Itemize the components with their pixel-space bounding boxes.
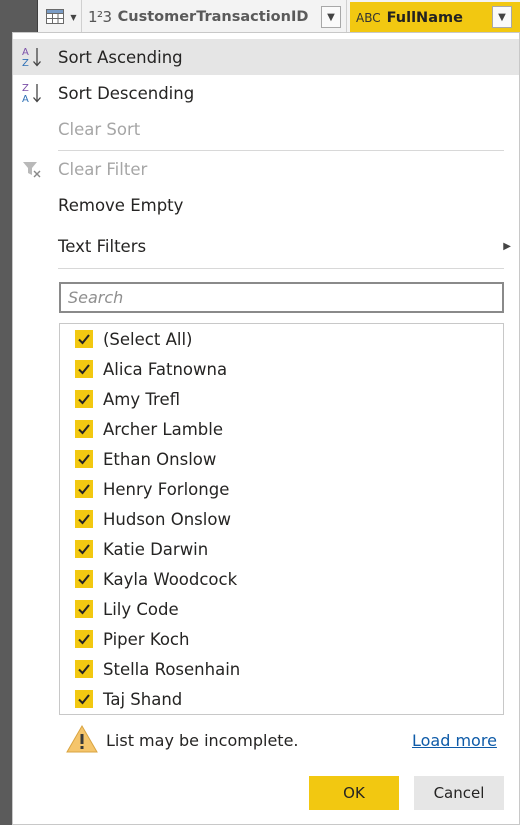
checkmark-icon [78, 334, 90, 345]
column-label: FullName [386, 9, 463, 26]
menu-item-label: Sort Descending [58, 83, 195, 103]
checkmark-icon [78, 634, 90, 645]
checkbox[interactable] [75, 420, 93, 438]
list-item[interactable]: Alica Fatnowna [60, 354, 503, 384]
list-item[interactable]: Hudson Onslow [60, 504, 503, 534]
remove-empty-item[interactable]: Remove Empty [13, 187, 519, 223]
list-item-label: Piper Koch [103, 629, 190, 649]
column-filter-button[interactable]: ▼ [492, 6, 512, 28]
checkbox[interactable] [75, 510, 93, 528]
list-item[interactable]: Stella Rosenhain [60, 654, 503, 684]
checkbox[interactable] [75, 390, 93, 408]
list-item-label: Amy Trefl [103, 389, 180, 409]
list-item[interactable]: Katie Darwin [60, 534, 503, 564]
list-item-label: Alica Fatnowna [103, 359, 228, 379]
checkbox[interactable] [75, 450, 93, 468]
sort-ascending-item[interactable]: A Z Sort Ascending [13, 39, 519, 75]
warning-icon [66, 724, 98, 753]
column-label: CustomerTransactionID [117, 9, 309, 25]
list-item[interactable]: Archer Lamble [60, 414, 503, 444]
chevron-down-icon: ▼ [327, 11, 335, 23]
list-item[interactable]: Henry Forlonge [60, 474, 503, 504]
svg-text:Z: Z [22, 83, 29, 94]
load-more-link[interactable]: Load more [412, 731, 497, 750]
clear-sort-item: Clear Sort [13, 111, 519, 147]
list-item-label: Katie Darwin [103, 539, 209, 559]
list-item-label: Lily Code [103, 599, 179, 619]
checkbox[interactable] [75, 480, 93, 498]
checkbox[interactable] [75, 360, 93, 378]
value-checkbox-list[interactable]: (Select All) Alica Fatnowna Amy Trefl Arche… [59, 323, 504, 715]
checkbox[interactable] [75, 570, 93, 588]
column-header-bar: ▼ 1²3 CustomerTransactionID ▼ ABC FullNa… [38, 0, 520, 34]
list-item-label: Stella Rosenhain [103, 659, 241, 679]
checkbox[interactable] [75, 660, 93, 678]
list-item[interactable]: Piper Koch [60, 624, 503, 654]
svg-text:Z: Z [22, 58, 29, 69]
list-item-label: Taj Shand [103, 689, 183, 709]
checkmark-icon [78, 424, 90, 435]
chevron-right-icon: ▶ [503, 240, 511, 252]
menu-item-label: Clear Filter [58, 159, 148, 179]
sort-descending-item[interactable]: Z A Sort Descending [13, 75, 519, 111]
ok-button[interactable]: OK [309, 776, 399, 810]
menu-item-label: Clear Sort [58, 119, 141, 139]
clear-filter-icon [23, 162, 41, 178]
sort-ascending-icon: A Z [22, 47, 41, 69]
menu-item-label: Remove Empty [58, 195, 184, 215]
checkbox[interactable] [75, 540, 93, 558]
checkmark-icon [78, 454, 90, 465]
checkmark-icon [78, 664, 90, 675]
checkmark-icon [78, 364, 90, 375]
search-placeholder: Search [68, 288, 124, 307]
checkmark-icon [78, 484, 90, 495]
list-item[interactable]: Lily Code [60, 594, 503, 624]
list-item-label: Ethan Onslow [103, 449, 217, 469]
menu-separator [58, 268, 504, 269]
list-item-label: (Select All) [103, 329, 193, 349]
filter-dropdown-panel: A Z Sort Ascending Z A Sort Descending C… [12, 32, 520, 825]
chevron-down-icon: ▼ [70, 12, 77, 22]
column-filter-button[interactable]: ▼ [321, 6, 341, 28]
list-item[interactable]: Ethan Onslow [60, 444, 503, 474]
table-menu-button[interactable]: ▼ [42, 0, 82, 34]
checkbox[interactable] [75, 630, 93, 648]
checkbox[interactable] [75, 600, 93, 618]
checkmark-icon [78, 394, 90, 405]
column-customer-transaction-id[interactable]: 1²3 CustomerTransactionID ▼ [82, 0, 347, 34]
checkbox[interactable] [75, 330, 93, 348]
list-item-label: Henry Forlonge [103, 479, 230, 499]
column-full-name[interactable]: ABC FullName ▼ [350, 2, 520, 33]
checkmark-icon [78, 574, 90, 585]
checkmark-icon [78, 544, 90, 555]
text-filters-item[interactable]: Text Filters ▶ [13, 228, 519, 264]
warning-text: List may be incomplete. [106, 731, 299, 750]
list-item-label: Archer Lamble [103, 419, 224, 439]
list-item-label: Hudson Onslow [103, 509, 231, 529]
svg-text:A: A [22, 94, 29, 105]
list-item-label: Kayla Woodcock [103, 569, 238, 589]
sort-descending-icon: Z A [22, 83, 41, 105]
svg-text:A: A [22, 47, 29, 58]
checkmark-icon [78, 694, 90, 705]
checkbox[interactable] [75, 690, 93, 708]
menu-item-label: Sort Ascending [58, 47, 183, 67]
menu-item-label: Text Filters [58, 236, 147, 256]
clear-filter-item: Clear Filter [13, 151, 519, 187]
checkmark-icon [78, 514, 90, 525]
number-type-icon: 1²3 [88, 8, 112, 26]
search-input[interactable]: Search [59, 282, 504, 313]
checkmark-icon [78, 604, 90, 615]
text-type-icon: ABC [356, 10, 381, 25]
list-item[interactable]: Taj Shand [60, 684, 503, 714]
list-item[interactable]: Amy Trefl [60, 384, 503, 414]
cancel-button[interactable]: Cancel [414, 776, 504, 810]
table-icon [46, 9, 65, 24]
list-item[interactable]: Kayla Woodcock [60, 564, 503, 594]
chevron-down-icon: ▼ [498, 11, 506, 23]
list-item[interactable]: (Select All) [60, 324, 503, 354]
